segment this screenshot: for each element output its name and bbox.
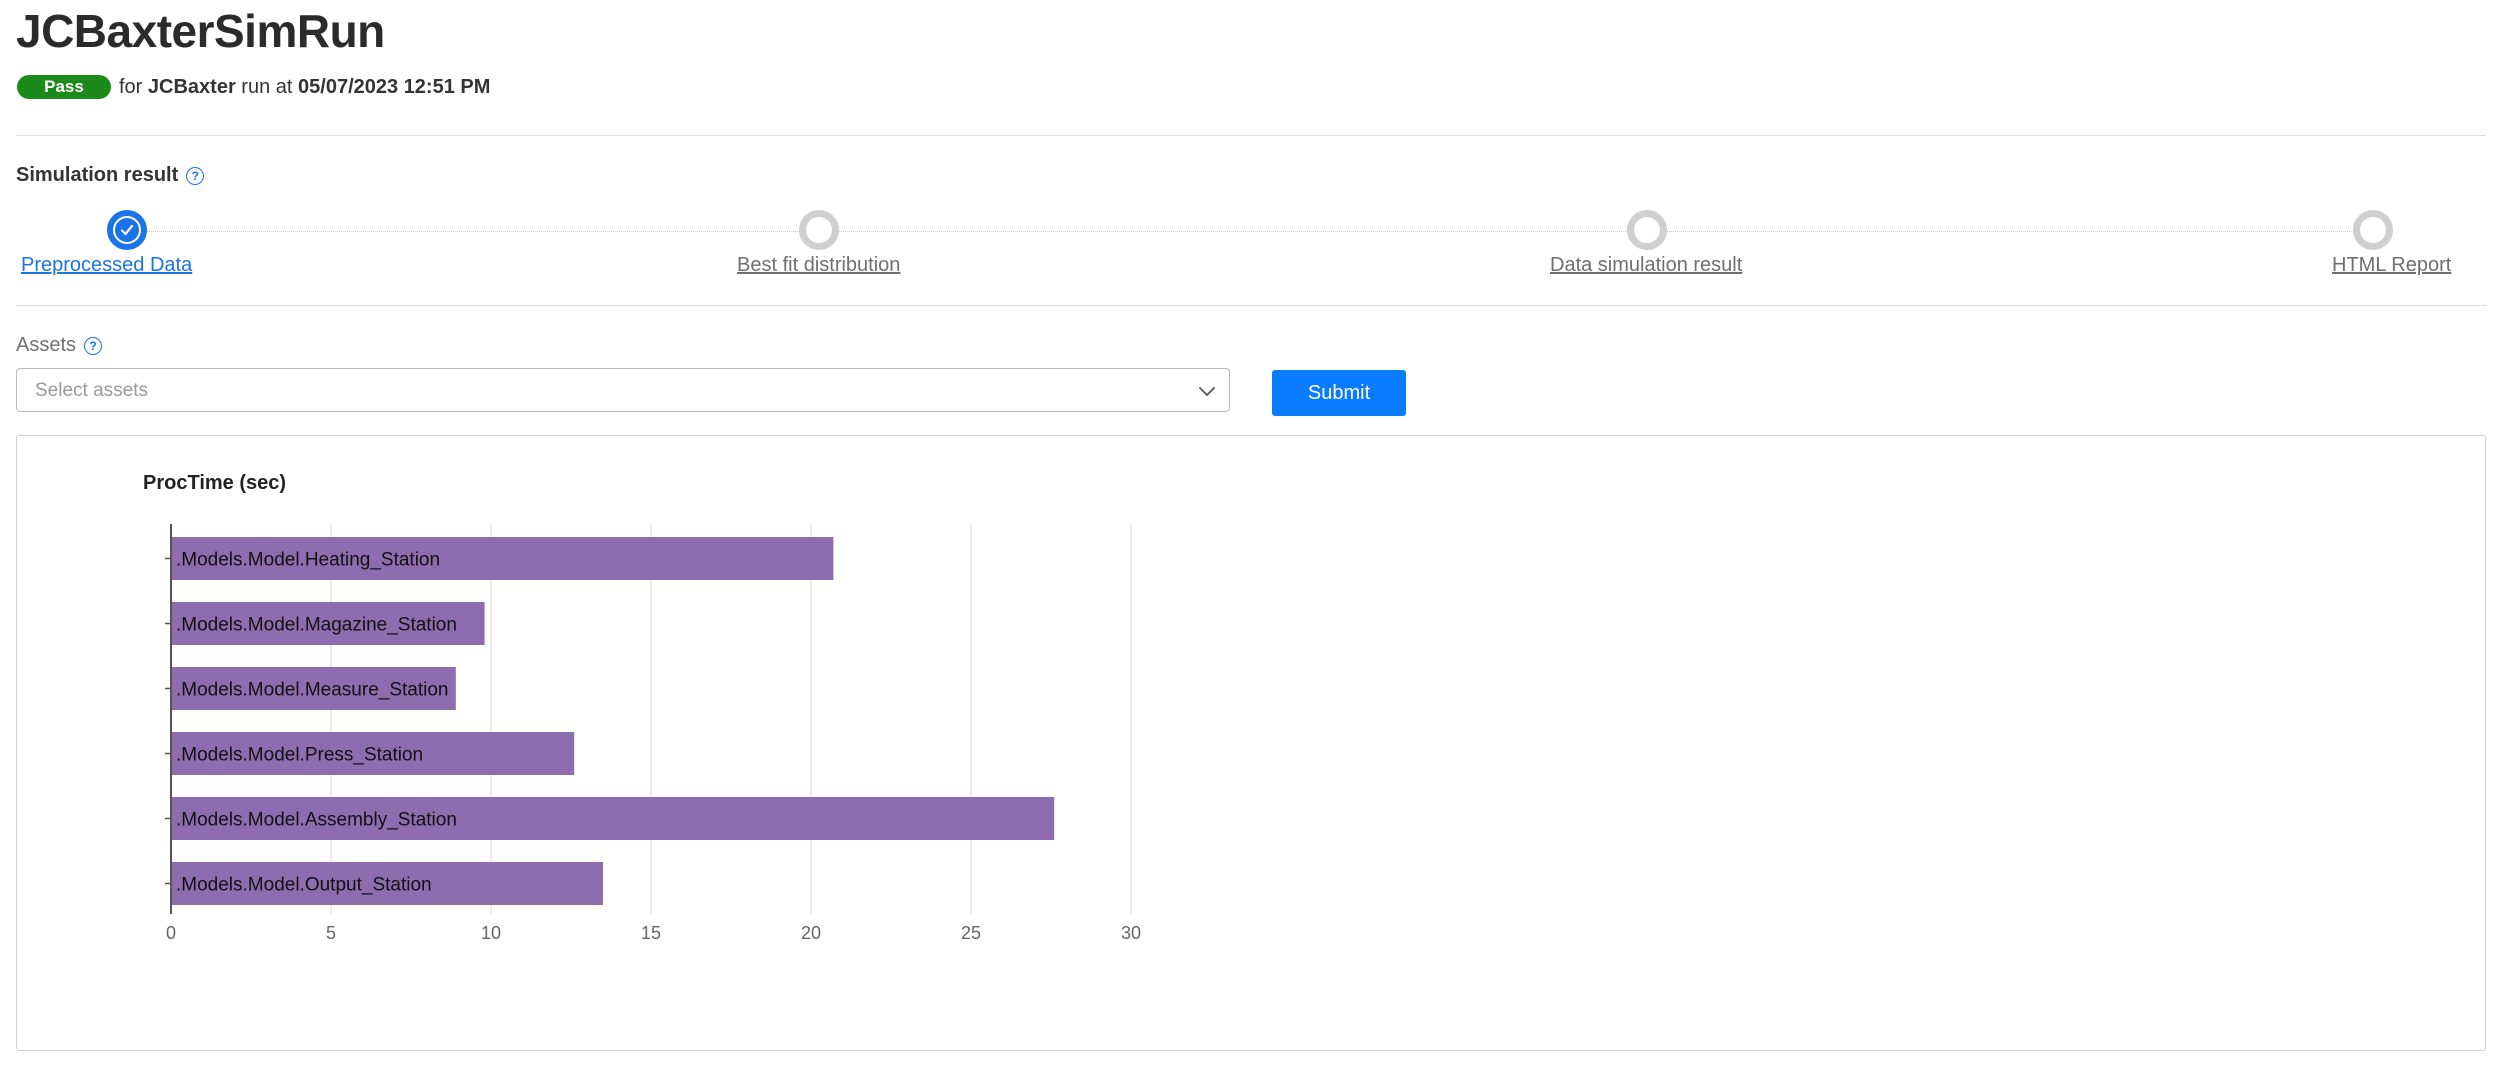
bar-label: .Models.Model.Output_Station [176,875,432,896]
bar-label: .Models.Model.Heating_Station [176,550,440,571]
x-tick-label: 20 [801,923,821,943]
x-tick-label: 5 [326,923,336,943]
bar-label: .Models.Model.Measure_Station [176,680,448,701]
x-tick-label: 15 [641,923,661,943]
proctime-bar-chart: 0 5 10 15 20 25 30 .Models.Model.Heating_Statio… [165,524,1141,943]
bar-label: .Models.Model.Press_Station [176,745,423,766]
x-tick-label: 0 [166,923,176,943]
bar-label: .Models.Model.Magazine_Station [176,615,457,636]
x-tick-label: 25 [961,923,981,943]
bar-label: .Models.Model.Assembly_Station [176,810,457,831]
x-tick-label: 30 [1121,923,1141,943]
x-tick-label: 10 [481,923,501,943]
